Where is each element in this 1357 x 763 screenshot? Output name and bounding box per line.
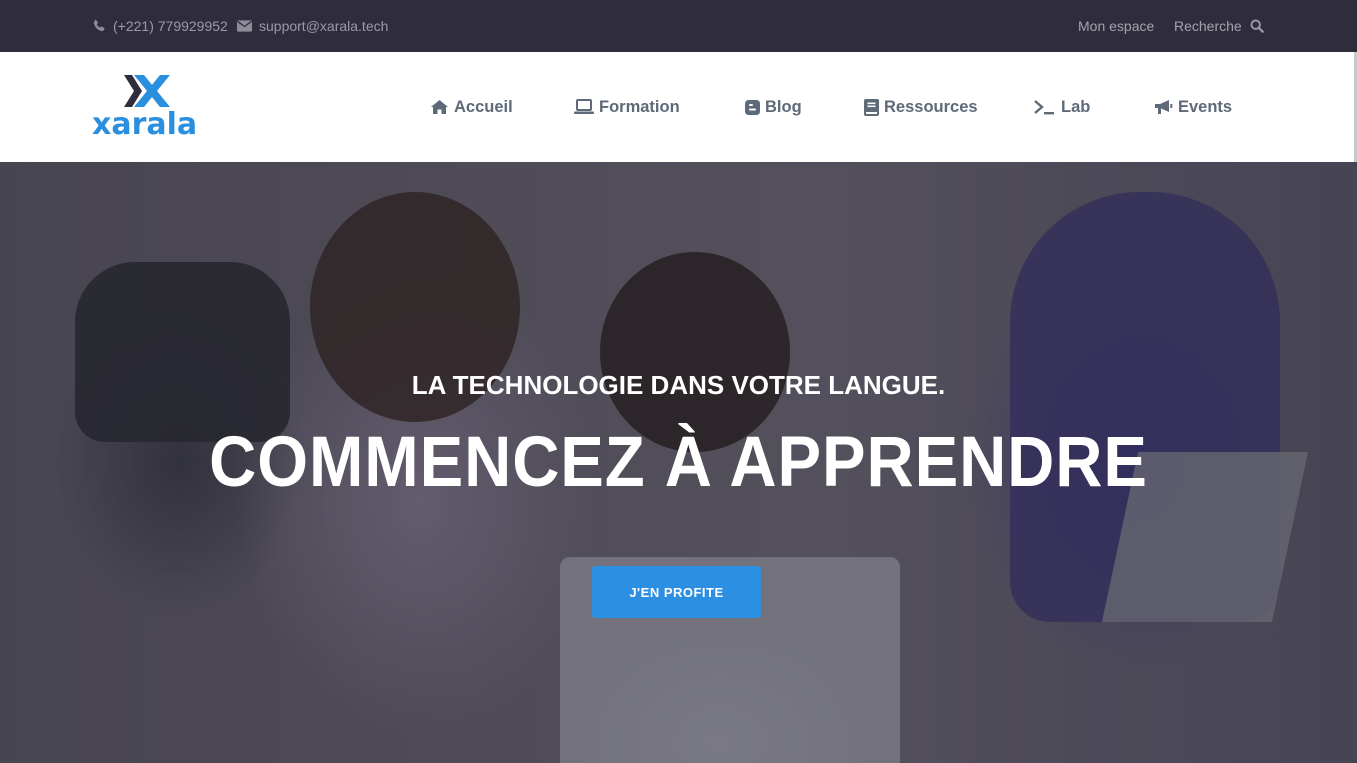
home-icon: [430, 99, 449, 115]
hero-tagline: LA TECHNOLOGIE DANS VOTRE LANGUE.: [411, 370, 946, 400]
nav-item-blog[interactable]: Blog: [745, 52, 802, 162]
nav-label-accueil: Accueil: [454, 97, 513, 116]
my-space-label[interactable]: Mon espace: [1078, 18, 1154, 34]
contact-phone[interactable]: (+221) 779929952: [92, 0, 228, 52]
phone-icon: [92, 19, 106, 33]
hero-section: LA TECHNOLOGIE DANS VOTRE LANGUE. COMMEN…: [0, 162, 1357, 763]
laptop-icon: [574, 99, 594, 115]
nav-label-blog: Blog: [765, 97, 802, 116]
top-bar: (+221) 779929952 support@xarala.tech Mon…: [0, 0, 1357, 52]
phone-number: (+221) 779929952: [113, 18, 228, 34]
brand-wordmark: xarala: [92, 107, 198, 142]
main-navbar: xarala Accueil Formation Blog Ressources…: [0, 52, 1357, 162]
search-icon[interactable]: [1250, 19, 1264, 33]
blog-icon: [745, 99, 760, 115]
cta-button[interactable]: J'EN PROFITE: [592, 566, 761, 618]
nav-item-lab[interactable]: Lab: [1034, 52, 1090, 162]
nav-item-events[interactable]: Events: [1154, 52, 1232, 162]
contact-email[interactable]: support@xarala.tech: [237, 0, 388, 52]
nav-label-lab: Lab: [1061, 97, 1091, 116]
hero-headline: COMMENCEZ À APPRENDRE: [209, 423, 1148, 502]
email-address: support@xarala.tech: [259, 18, 389, 34]
nav-label-ressources: Ressources: [884, 97, 978, 116]
nav-label-formation: Formation: [599, 97, 680, 116]
envelope-icon: [237, 20, 252, 32]
book-icon: [864, 98, 879, 116]
site-logo[interactable]: xarala: [92, 72, 204, 144]
search-link[interactable]: Recherche: [1174, 0, 1264, 52]
search-label[interactable]: Recherche: [1174, 18, 1242, 34]
terminal-icon: [1034, 99, 1056, 115]
nav-label-events: Events: [1178, 97, 1233, 116]
nav-item-accueil[interactable]: Accueil: [430, 52, 513, 162]
xarala-x-logo-icon: [122, 72, 172, 110]
bullhorn-icon: [1154, 99, 1173, 115]
my-space-link[interactable]: Mon espace: [1078, 0, 1154, 52]
nav-item-formation[interactable]: Formation: [574, 52, 680, 162]
nav-item-ressources[interactable]: Ressources: [864, 52, 978, 162]
